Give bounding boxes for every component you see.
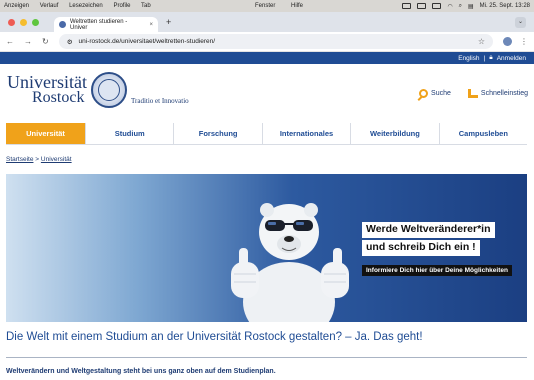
browser-tab[interactable]: Weltretten studieren - Univer ×: [54, 17, 158, 32]
nav-item-weiterbildung[interactable]: Weiterbildung: [351, 123, 440, 144]
quick-access-icon: [467, 89, 478, 98]
university-seal: [91, 72, 127, 108]
reload-icon[interactable]: ↻: [42, 37, 49, 46]
browser-toolbar: ← → ↻ ⚙ uni-rostock.de/universitaet/welt…: [0, 32, 534, 52]
site-header: Universität Rostock Traditio et Innovati…: [0, 64, 534, 116]
site-info-icon[interactable]: ⚙: [67, 38, 73, 46]
menu-item-hilfe[interactable]: Hilfe: [291, 3, 303, 9]
wifi-icon[interactable]: ◠: [447, 3, 452, 10]
search-icon: [419, 89, 429, 98]
breadcrumb-separator: >: [35, 156, 40, 163]
breadcrumb-home[interactable]: Startseite: [6, 156, 33, 163]
site-topbar: English | 🔒︎ Anmelden: [0, 52, 534, 64]
intro-text: Weltverändern und Weltgestaltung steht b…: [6, 368, 276, 375]
motto: Traditio et Innovatio: [131, 97, 189, 105]
university-logo[interactable]: Universität Rostock: [7, 73, 87, 106]
back-arrow-icon[interactable]: ←: [6, 37, 14, 46]
nav-item-internationales[interactable]: Internationales: [263, 123, 352, 144]
divider: [6, 357, 527, 358]
page-title: Die Welt mit einem Studium an der Univer…: [6, 331, 423, 343]
nav-item-studium[interactable]: Studium: [86, 123, 175, 144]
status-icon[interactable]: [417, 3, 427, 9]
separator: |: [483, 54, 486, 62]
tab-list-chevron-icon[interactable]: ⌄: [515, 17, 526, 28]
quick-access-label: Schnelleinstieg: [480, 90, 528, 97]
control-center-icon[interactable]: ▤: [468, 3, 474, 10]
menu-item-profile[interactable]: Profile: [113, 3, 130, 9]
search-button[interactable]: Suche: [419, 89, 451, 98]
breadcrumb: Startseite > Universität: [6, 156, 72, 163]
profile-avatar[interactable]: [503, 37, 512, 46]
main-nav: Universität Studium Forschung Internatio…: [6, 123, 527, 145]
clock[interactable]: Mi. 25. Sept. 13:28: [480, 3, 530, 9]
url-text[interactable]: uni-rostock.de/universitaet/weltretten-s…: [79, 38, 216, 45]
header-links: Suche Schnelleinstieg: [419, 89, 528, 98]
minimize-window-button[interactable]: [20, 18, 27, 26]
address-bar[interactable]: ⚙ uni-rostock.de/universitaet/weltretten…: [58, 34, 493, 49]
new-tab-button[interactable]: +: [166, 17, 171, 27]
search-label: Suche: [431, 90, 451, 97]
language-link[interactable]: English: [458, 55, 479, 62]
nav-item-forschung[interactable]: Forschung: [174, 123, 263, 144]
close-tab-icon[interactable]: ×: [149, 22, 153, 28]
maximize-window-button[interactable]: [32, 18, 39, 26]
status-icon[interactable]: [432, 3, 442, 9]
hero-banner[interactable]: Werde Weltveränderer*in und schreib Dich…: [6, 174, 527, 322]
search-icon[interactable]: ⌕: [459, 3, 462, 10]
favicon-icon: [59, 21, 66, 28]
hero-headline-1: Werde Weltveränderer*in: [362, 222, 495, 238]
menu-item-anzeigen[interactable]: Anzeigen: [4, 3, 29, 9]
browser-menu-icon[interactable]: ⋮: [520, 37, 528, 46]
tab-title: Weltretten studieren - Univer: [70, 18, 128, 31]
hero-headline-2: und schreib Dich ein !: [362, 240, 480, 256]
bookmark-star-icon[interactable]: ☆: [478, 37, 485, 46]
nav-item-campusleben[interactable]: Campusleben: [440, 123, 527, 144]
menu-item-verlauf[interactable]: Verlauf: [40, 3, 59, 9]
os-menubar: Anzeigen Verlauf Lesezeichen Profile Tab…: [0, 0, 534, 12]
nav-item-universitaet[interactable]: Universität: [6, 123, 86, 144]
menu-item-lesezeichen[interactable]: Lesezeichen: [69, 3, 103, 9]
tab-bar: Weltretten studieren - Univer × + ⌄: [0, 12, 534, 32]
login-link[interactable]: Anmelden: [497, 55, 526, 62]
breadcrumb-current[interactable]: Universität: [41, 156, 72, 163]
forward-arrow-icon[interactable]: →: [24, 37, 32, 46]
hero-info-link[interactable]: Informiere Dich hier über Deine Möglichk…: [362, 265, 512, 276]
close-window-button[interactable]: [8, 18, 15, 26]
menu-item-fenster[interactable]: Fenster: [255, 3, 275, 9]
logo-line-2: Rostock: [32, 89, 85, 106]
menu-item-tab[interactable]: Tab: [141, 3, 151, 9]
status-icon[interactable]: [402, 3, 412, 9]
quick-access-button[interactable]: Schnelleinstieg: [467, 89, 528, 98]
lock-icon: 🔒︎: [489, 54, 493, 61]
